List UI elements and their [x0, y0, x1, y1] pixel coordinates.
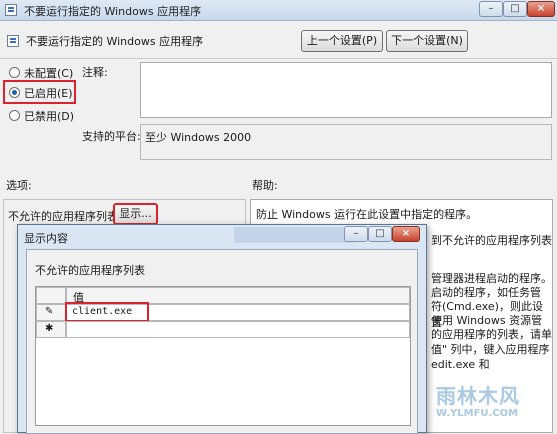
maximize-icon: □ — [375, 228, 385, 239]
dialog-maximize-button[interactable]: □ — [368, 226, 392, 242]
close-icon: × — [401, 228, 411, 239]
dialog-title: 显示内容 — [24, 232, 68, 245]
row-selector[interactable]: ✎ — [36, 304, 66, 321]
dialog-minimize-button[interactable]: – — [344, 226, 368, 242]
show-contents-dialog: 显示内容 – □ × 不允许的应用程序列表 值 ✎ client.exe ✱ — [17, 224, 427, 434]
dialog-title-blur — [234, 227, 354, 243]
row-value[interactable]: client.exe — [72, 306, 132, 317]
asterisk-icon: ✱ — [45, 323, 54, 334]
new-row-selector[interactable]: ✱ — [36, 321, 66, 338]
dialog-close-button[interactable]: × — [392, 226, 420, 242]
dialog-body: 不允许的应用程序列表 值 ✎ client.exe ✱ — [26, 249, 418, 434]
pencil-icon: ✎ — [45, 306, 54, 317]
values-grid: 值 ✎ client.exe ✱ — [35, 286, 411, 426]
new-table-row[interactable] — [66, 321, 410, 338]
minimize-icon: – — [353, 228, 359, 239]
client-exe-highlight-box: client.exe — [65, 302, 149, 322]
dialog-list-label: 不允许的应用程序列表 — [35, 264, 145, 277]
row-header-corner — [36, 287, 66, 304]
